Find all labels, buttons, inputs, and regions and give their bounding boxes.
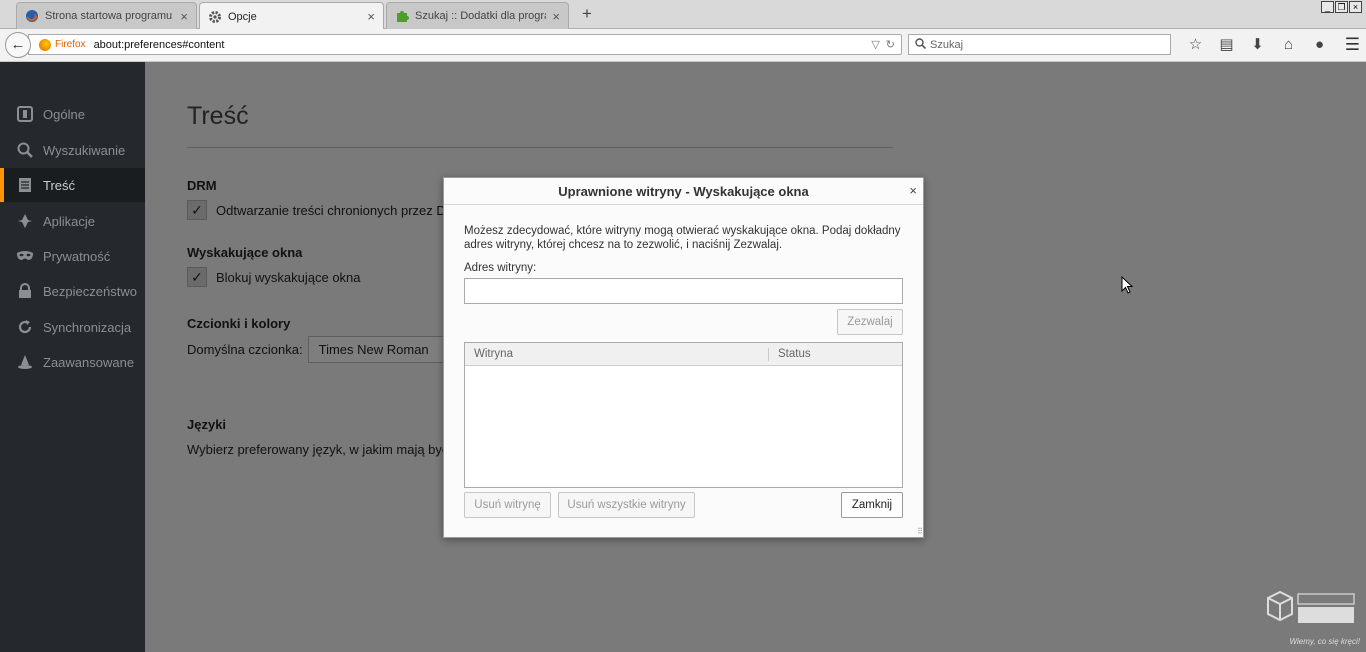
sidebar-item-label: Treść — [43, 177, 76, 193]
sidebar-item-security[interactable]: Bezpieczeństwo — [0, 274, 145, 308]
chat-icon[interactable]: ● — [1304, 35, 1335, 55]
sidebar-item-label: Bezpieczeństwo — [43, 283, 137, 299]
home-icon[interactable]: ⌂ — [1273, 35, 1304, 55]
back-button[interactable]: ← — [5, 32, 31, 58]
page-title: Treść — [187, 102, 249, 130]
close-button[interactable]: Zamknij — [841, 492, 903, 518]
sidebar-item-label: Wyszukiwanie — [43, 142, 126, 158]
allowed-sites-dialog: Uprawnione witryny - Wyskakujące okna × … — [443, 177, 924, 538]
general-icon — [16, 105, 34, 123]
preferences-sidebar: Ogólne Wyszukiwanie Treść Aplikacje Pryw… — [0, 62, 145, 652]
drm-heading: DRM — [187, 178, 217, 193]
sync-icon — [16, 318, 34, 336]
drm-checkbox-label: Odtwarzanie treści chronionych przez DRM — [216, 202, 466, 218]
sidebar-item-label: Ogólne — [43, 106, 85, 122]
default-font-row: Domyślna czcionka: Times New Roman — [187, 336, 453, 363]
search-icon — [16, 141, 34, 159]
site-identity[interactable]: Firefox — [39, 38, 86, 51]
popups-heading: Wyskakujące okna — [187, 245, 303, 260]
downloads-icon[interactable]: ⬇ — [1242, 35, 1273, 55]
sites-table: Witryna Status — [464, 342, 903, 488]
block-popups-label: Blokuj wyskakujące okna — [216, 269, 361, 285]
tab-options[interactable]: Opcje × — [199, 2, 384, 30]
url-bar[interactable]: Firefox about:preferences#content ▽ ↻ — [28, 34, 902, 55]
bookmark-star-icon[interactable]: ☆ — [1180, 35, 1211, 55]
close-icon[interactable]: × — [552, 9, 560, 24]
padlock-icon — [16, 282, 34, 300]
firefox-icon — [25, 9, 39, 23]
sidebar-item-label: Prywatność — [43, 248, 111, 264]
search-icon — [915, 37, 927, 52]
dialog-title: Uprawnione witryny - Wyskakujące okna — [444, 178, 923, 205]
tab-title: Opcje — [228, 10, 257, 23]
restore-button[interactable]: ❐ — [1335, 1, 1348, 13]
close-window-button[interactable]: × — [1349, 1, 1362, 13]
close-icon[interactable]: × — [367, 9, 375, 24]
bookmarks-menu-icon[interactable]: ▤ — [1211, 35, 1242, 55]
title-divider — [187, 147, 893, 148]
navigation-toolbar: Firefox about:preferences#content ▽ ↻ ← … — [0, 29, 1366, 62]
languages-description: Wybierz preferowany język, w jakim mają … — [187, 442, 462, 457]
column-header-site[interactable]: Witryna — [465, 347, 769, 361]
drm-checkbox[interactable]: ✓ — [187, 200, 207, 220]
remove-site-button[interactable]: Usuń witrynę — [464, 492, 551, 518]
tab-start-page[interactable]: Strona startowa programu M... × — [16, 2, 197, 29]
hat-icon — [16, 353, 34, 371]
back-arrow-icon: ← — [10, 36, 26, 53]
sidebar-item-label: Aplikacje — [43, 213, 96, 229]
mouse-cursor-icon — [1121, 276, 1133, 294]
search-input[interactable] — [930, 38, 1150, 51]
watermark-slogan: Wiemy, co się kręci! — [1289, 637, 1360, 646]
applications-icon — [16, 212, 34, 230]
site-address-input[interactable] — [464, 278, 903, 304]
close-icon[interactable]: × — [180, 9, 188, 24]
search-bar[interactable] — [908, 34, 1171, 55]
content-icon — [16, 176, 34, 194]
block-popups-checkbox[interactable]: ✓ — [187, 267, 207, 287]
sidebar-item-content[interactable]: Treść — [0, 168, 145, 202]
remove-all-sites-button[interactable]: Usuń wszystkie witryny — [558, 492, 695, 518]
address-label: Adres witryny: — [464, 262, 537, 274]
purepc-logo-icon — [1267, 590, 1355, 623]
column-header-status[interactable]: Status — [769, 348, 811, 360]
tab-strip: Strona startowa programu M... × Opcje × … — [0, 0, 1366, 30]
block-popups-checkbox-row[interactable]: ✓ Blokuj wyskakujące okna — [187, 267, 361, 287]
sidebar-item-advanced[interactable]: Zaawansowane — [0, 345, 145, 379]
puzzle-piece-icon — [395, 9, 409, 23]
mask-icon — [16, 247, 34, 265]
hamburger-menu-icon[interactable]: ☰ — [1345, 35, 1360, 55]
firefox-logo-icon — [39, 38, 51, 51]
sidebar-item-privacy[interactable]: Prywatność — [0, 239, 145, 273]
allow-button[interactable]: Zezwalaj — [837, 309, 903, 335]
new-tab-button[interactable]: + — [578, 5, 596, 23]
sidebar-item-search[interactable]: Wyszukiwanie — [0, 133, 145, 167]
tab-title: Szukaj :: Dodatki dla program... — [415, 10, 546, 22]
window-controls: _ ❐ × — [1321, 1, 1362, 13]
reload-icon[interactable]: ↻ — [886, 38, 895, 51]
default-font-select[interactable]: Times New Roman — [307, 336, 453, 363]
toolbar-buttons: ☆ ▤ ⬇ ⌂ ● — [1180, 35, 1335, 55]
tab-title: Strona startowa programu M... — [45, 10, 174, 22]
default-font-label: Domyślna czcionka: — [187, 342, 303, 357]
languages-heading: Języki — [187, 417, 227, 432]
gear-icon — [208, 10, 222, 24]
close-icon[interactable]: × — [909, 182, 917, 200]
minimize-button[interactable]: _ — [1321, 1, 1334, 13]
identity-label: Firefox — [55, 39, 86, 50]
tab-addons-search[interactable]: Szukaj :: Dodatki dla program... × — [386, 2, 569, 29]
resize-grip-icon[interactable]: ⠿ — [917, 527, 923, 536]
drm-checkbox-row[interactable]: ✓ Odtwarzanie treści chronionych przez D… — [187, 200, 466, 220]
fonts-heading: Czcionki i kolory — [187, 316, 291, 331]
purepc-watermark: Wiemy, co się kręci! — [1262, 590, 1362, 646]
url-text[interactable]: about:preferences#content — [94, 39, 872, 51]
sidebar-item-sync[interactable]: Synchronizacja — [0, 310, 145, 344]
table-header: Witryna Status — [465, 343, 902, 366]
dropdown-arrow-icon[interactable]: ▽ — [871, 38, 879, 51]
sidebar-item-label: Synchronizacja — [43, 319, 132, 335]
sidebar-item-applications[interactable]: Aplikacje — [0, 204, 145, 238]
dialog-description: Możesz zdecydować, które witryny mogą ot… — [464, 225, 901, 251]
sidebar-item-label: Zaawansowane — [43, 354, 135, 370]
sidebar-item-general[interactable]: Ogólne — [0, 97, 145, 131]
